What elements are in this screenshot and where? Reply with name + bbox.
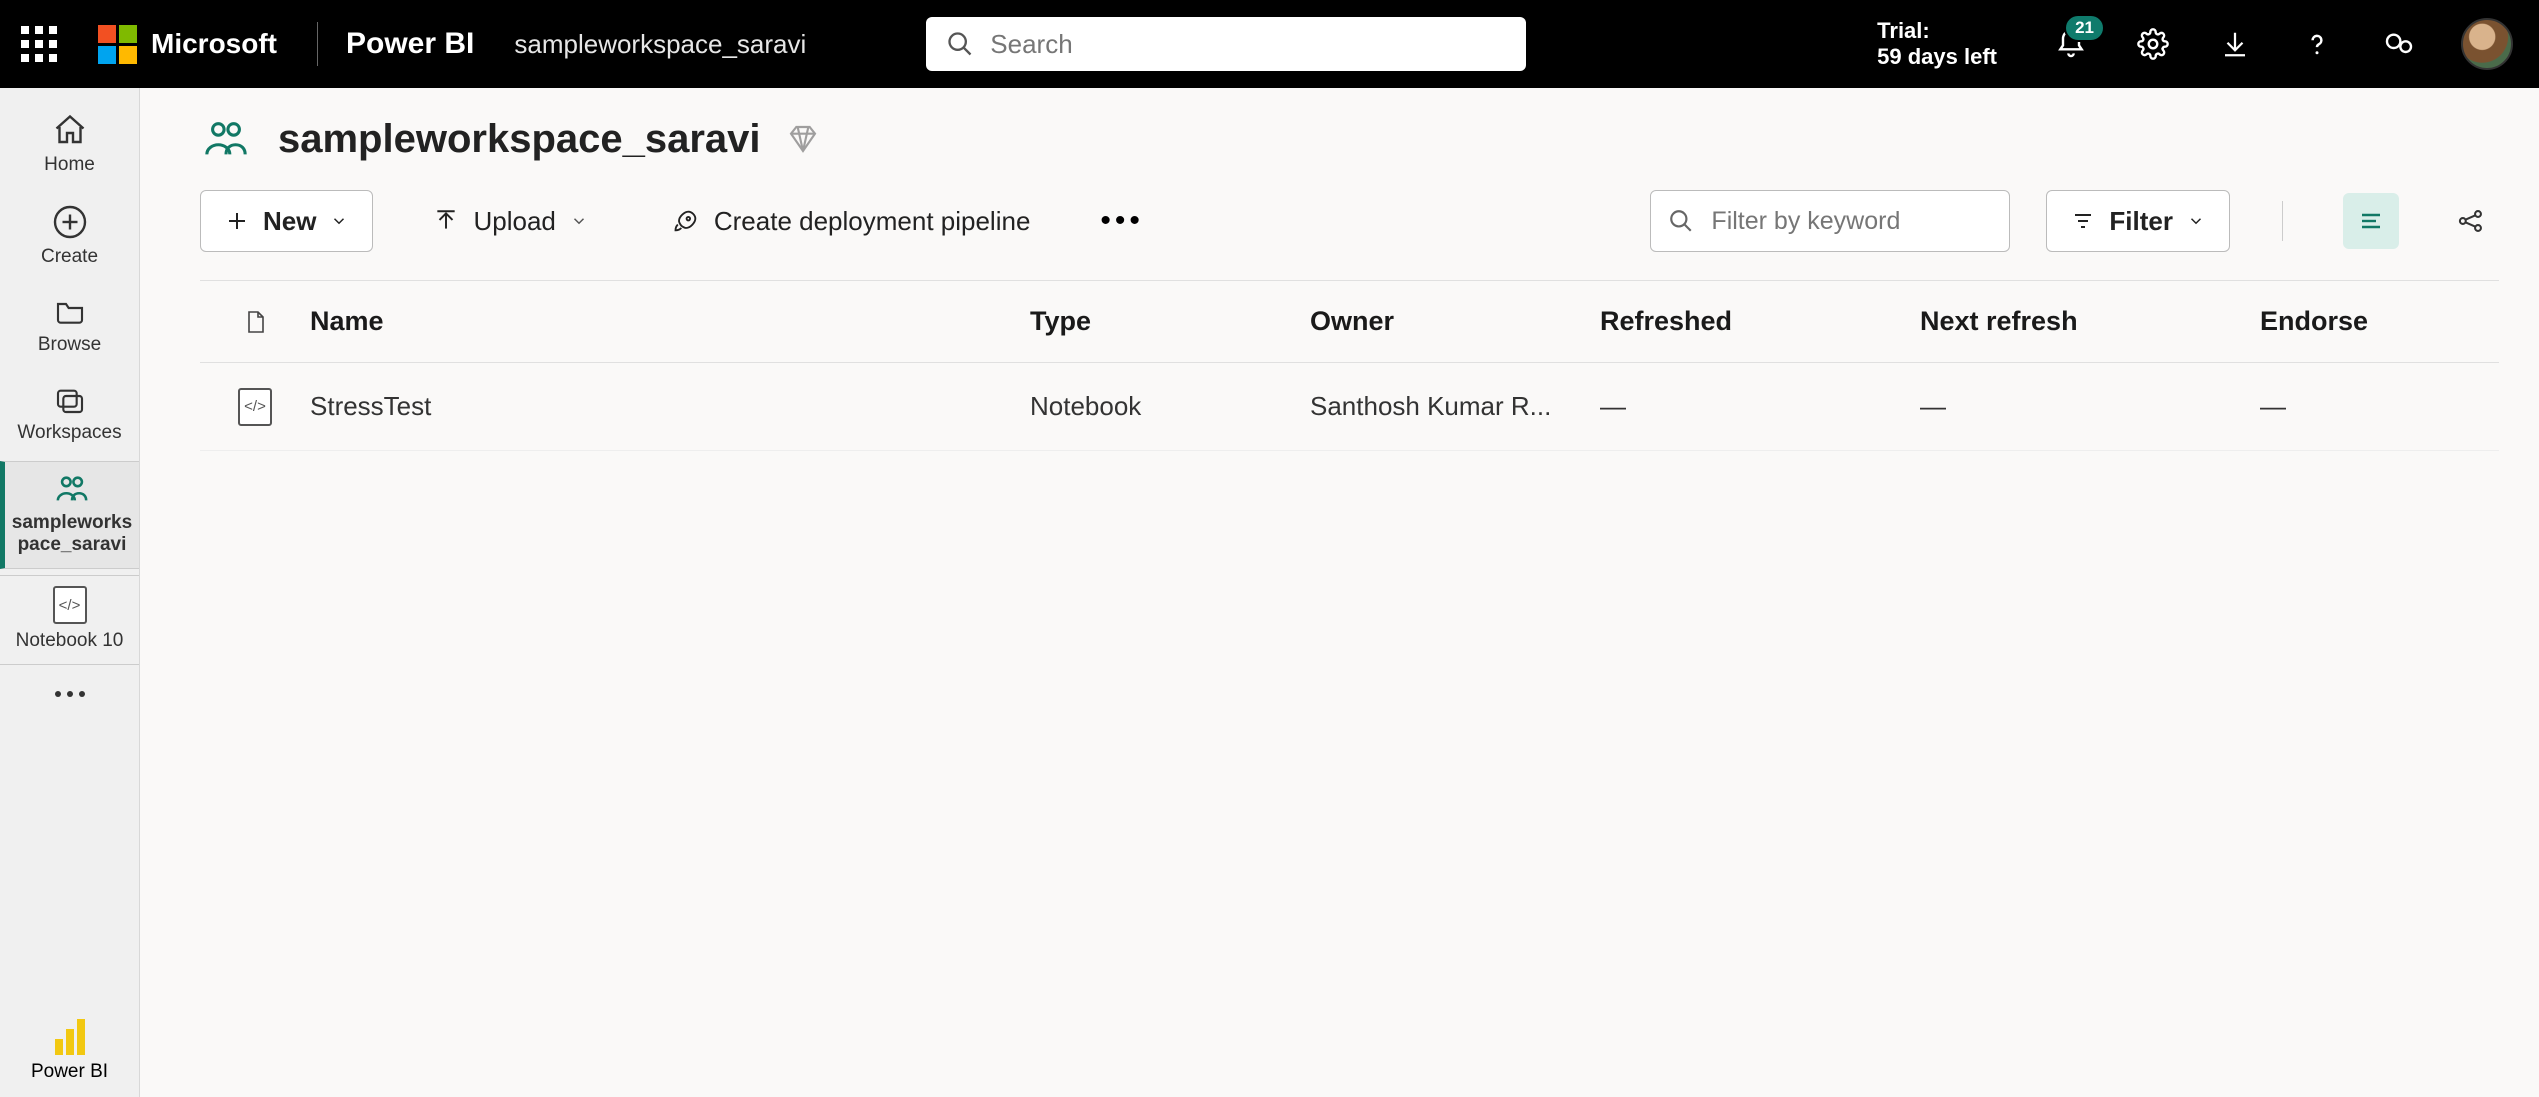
chevron-down-icon <box>330 212 348 230</box>
trial-remaining: 59 days left <box>1877 44 1997 70</box>
workspace-header: sampleworkspace_saravi <box>140 88 2539 182</box>
account-avatar[interactable] <box>2461 18 2513 70</box>
microsoft-brand: Microsoft <box>88 25 301 64</box>
lineage-icon <box>2457 207 2485 235</box>
folder-icon <box>0 296 139 328</box>
ellipsis-icon: ••• <box>1100 204 1144 237</box>
trial-status[interactable]: Trial: 59 days left <box>1877 18 2011 71</box>
row-name[interactable]: StressTest <box>310 391 1030 422</box>
breadcrumb[interactable]: sampleworkspace_saravi <box>512 29 806 60</box>
col-name[interactable]: Name <box>310 306 1030 337</box>
search-icon <box>1668 208 1694 234</box>
premium-diamond-icon[interactable] <box>787 123 819 155</box>
col-type-icon[interactable] <box>200 307 310 337</box>
separator <box>2282 201 2283 241</box>
notebook-icon: </> <box>238 388 272 426</box>
row-refreshed: — <box>1600 391 1920 422</box>
table-header-row: Name Type Owner Refreshed Next refresh E… <box>200 281 2499 363</box>
col-next-refresh[interactable]: Next refresh <box>1920 306 2260 337</box>
top-bar: Microsoft Power BI sampleworkspace_sarav… <box>0 0 2539 88</box>
workspace-toolbar: New Upload Create deployment pipeline ••… <box>140 182 2539 260</box>
nav-powerbi-home[interactable]: Power BI <box>0 1005 139 1097</box>
row-type-icon: </> <box>200 388 310 426</box>
notification-badge: 21 <box>2064 14 2105 42</box>
separator <box>317 22 318 66</box>
content-table: Name Type Owner Refreshed Next refresh E… <box>200 280 2499 451</box>
notebook-icon: </> <box>0 586 139 624</box>
file-icon <box>243 307 267 337</box>
col-owner[interactable]: Owner <box>1310 306 1600 337</box>
home-icon <box>0 112 139 148</box>
upload-button[interactable]: Upload <box>409 190 611 252</box>
notifications-button[interactable]: 21 <box>2051 24 2091 64</box>
waffle-icon <box>21 26 57 62</box>
settings-button[interactable] <box>2133 24 2173 64</box>
app-name[interactable]: Power BI <box>346 27 502 61</box>
nav-workspaces[interactable]: Workspaces <box>0 374 139 456</box>
col-type[interactable]: Type <box>1030 306 1310 337</box>
workspace-people-icon <box>5 472 139 506</box>
powerbi-logo-icon <box>55 1019 85 1055</box>
help-button[interactable] <box>2297 24 2337 64</box>
rocket-icon <box>672 207 700 235</box>
top-utility-icons: 21 <box>2021 18 2513 70</box>
filter-keyword[interactable] <box>1650 190 2010 252</box>
toolbar-more-button[interactable]: ••• <box>1090 204 1154 238</box>
download-button[interactable] <box>2215 24 2255 64</box>
row-endorse: — <box>2260 391 2480 422</box>
col-endorse[interactable]: Endorse <box>2260 306 2480 337</box>
nav-more[interactable] <box>0 671 139 723</box>
new-button-label: New <box>263 206 316 237</box>
upload-button-label: Upload <box>473 206 555 237</box>
feedback-button[interactable] <box>2379 24 2419 64</box>
workspaces-icon <box>0 384 139 416</box>
row-owner: Santhosh Kumar R... <box>1310 391 1570 422</box>
trial-label: Trial: <box>1877 18 1997 44</box>
list-icon <box>2357 209 2385 233</box>
workspace-title: sampleworkspace_saravi <box>278 117 761 162</box>
nav-create[interactable]: Create <box>0 194 139 280</box>
create-pipeline-button[interactable]: Create deployment pipeline <box>648 190 1055 252</box>
chevron-down-icon <box>2187 212 2205 230</box>
create-pipeline-label: Create deployment pipeline <box>714 206 1031 237</box>
plus-circle-icon <box>0 204 139 240</box>
search-icon <box>946 30 974 58</box>
workspace-people-icon <box>200 116 252 162</box>
chevron-down-icon <box>570 212 588 230</box>
filter-icon <box>2071 209 2095 233</box>
nav-notebook-pinned[interactable]: </> Notebook 10 <box>0 575 139 665</box>
app-launcher-button[interactable] <box>0 0 78 88</box>
table-row[interactable]: </> StressTest Notebook Santhosh Kumar R… <box>200 363 2499 451</box>
global-search[interactable] <box>926 17 1526 71</box>
col-refreshed[interactable]: Refreshed <box>1600 306 1920 337</box>
filter-button[interactable]: Filter <box>2046 190 2230 252</box>
main-content: sampleworkspace_saravi New Upload Create… <box>140 88 2539 1097</box>
microsoft-text: Microsoft <box>151 28 277 60</box>
row-next-refresh: — <box>1920 391 2260 422</box>
list-view-button[interactable] <box>2343 193 2399 249</box>
new-button[interactable]: New <box>200 190 373 252</box>
row-type: Notebook <box>1030 391 1310 422</box>
lineage-view-button[interactable] <box>2443 193 2499 249</box>
ellipsis-icon <box>0 689 139 699</box>
search-input[interactable] <box>926 17 1526 71</box>
upload-icon <box>433 208 459 234</box>
filter-keyword-input[interactable] <box>1650 190 2010 252</box>
nav-current-workspace[interactable]: sampleworkspace_saravi <box>0 461 139 569</box>
microsoft-logo-icon <box>98 25 137 64</box>
filter-button-label: Filter <box>2109 206 2173 237</box>
nav-browse[interactable]: Browse <box>0 286 139 368</box>
nav-home[interactable]: Home <box>0 102 139 188</box>
left-nav: Home Create Browse Workspaces samplework… <box>0 88 140 1097</box>
